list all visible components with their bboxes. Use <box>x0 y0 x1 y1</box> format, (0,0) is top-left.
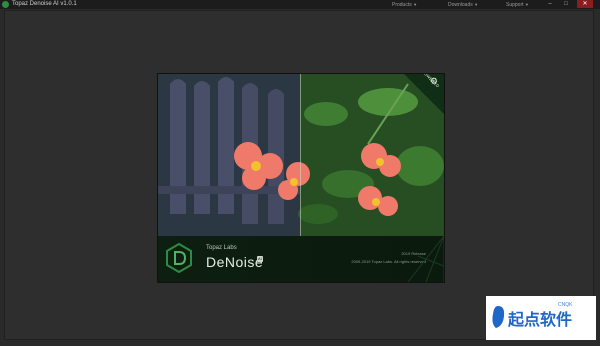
brand-product-name: DeNoise <box>206 254 264 270</box>
menu-products[interactable]: Products ▼ <box>392 1 417 9</box>
menu-downloads[interactable]: Downloads ▼ <box>448 1 478 9</box>
title-bar: Topaz Denoise AI v1.0.1 Products ▼ Downl… <box>0 0 600 9</box>
chevron-down-icon: ▼ <box>474 2 479 7</box>
app-icon <box>2 1 9 8</box>
maximize-icon: □ <box>564 1 568 7</box>
splash-photo <box>158 74 444 236</box>
minimize-icon: – <box>548 1 552 7</box>
brand-company: Topaz Labs <box>206 245 237 251</box>
menu-downloads-label: Downloads <box>448 2 473 8</box>
ai-powered-ribbon <box>404 74 444 114</box>
brand-ai-tag: AI <box>257 256 263 262</box>
comparison-divider[interactable] <box>300 74 301 236</box>
watermark-subtext: CNQK <box>558 302 573 308</box>
minimize-button[interactable]: – <box>544 0 556 8</box>
close-icon: ✕ <box>582 1 588 7</box>
splash-screen: ⚙ AI POWERED Topaz Labs DeNoise AI 2019 … <box>158 74 444 282</box>
denoise-logo-icon <box>166 243 192 273</box>
chevron-down-icon: ▼ <box>413 2 418 7</box>
menu-support-label: Support <box>506 2 524 8</box>
watermark-logo-icon <box>492 306 505 328</box>
menu-support[interactable]: Support ▼ <box>506 1 529 9</box>
chevron-down-icon: ▼ <box>524 2 529 7</box>
site-watermark: 起点软件 CNQK <box>486 296 596 340</box>
maximize-button[interactable]: □ <box>560 0 572 8</box>
close-button[interactable]: ✕ <box>577 0 593 8</box>
watermark-text: 起点软件 <box>508 310 573 329</box>
geometric-decoration <box>407 236 444 282</box>
splash-footer: Topaz Labs DeNoise AI 2019 Release 2009-… <box>158 236 444 282</box>
menu-products-label: Products <box>392 2 412 8</box>
window-title: Topaz Denoise AI v1.0.1 <box>12 1 77 7</box>
